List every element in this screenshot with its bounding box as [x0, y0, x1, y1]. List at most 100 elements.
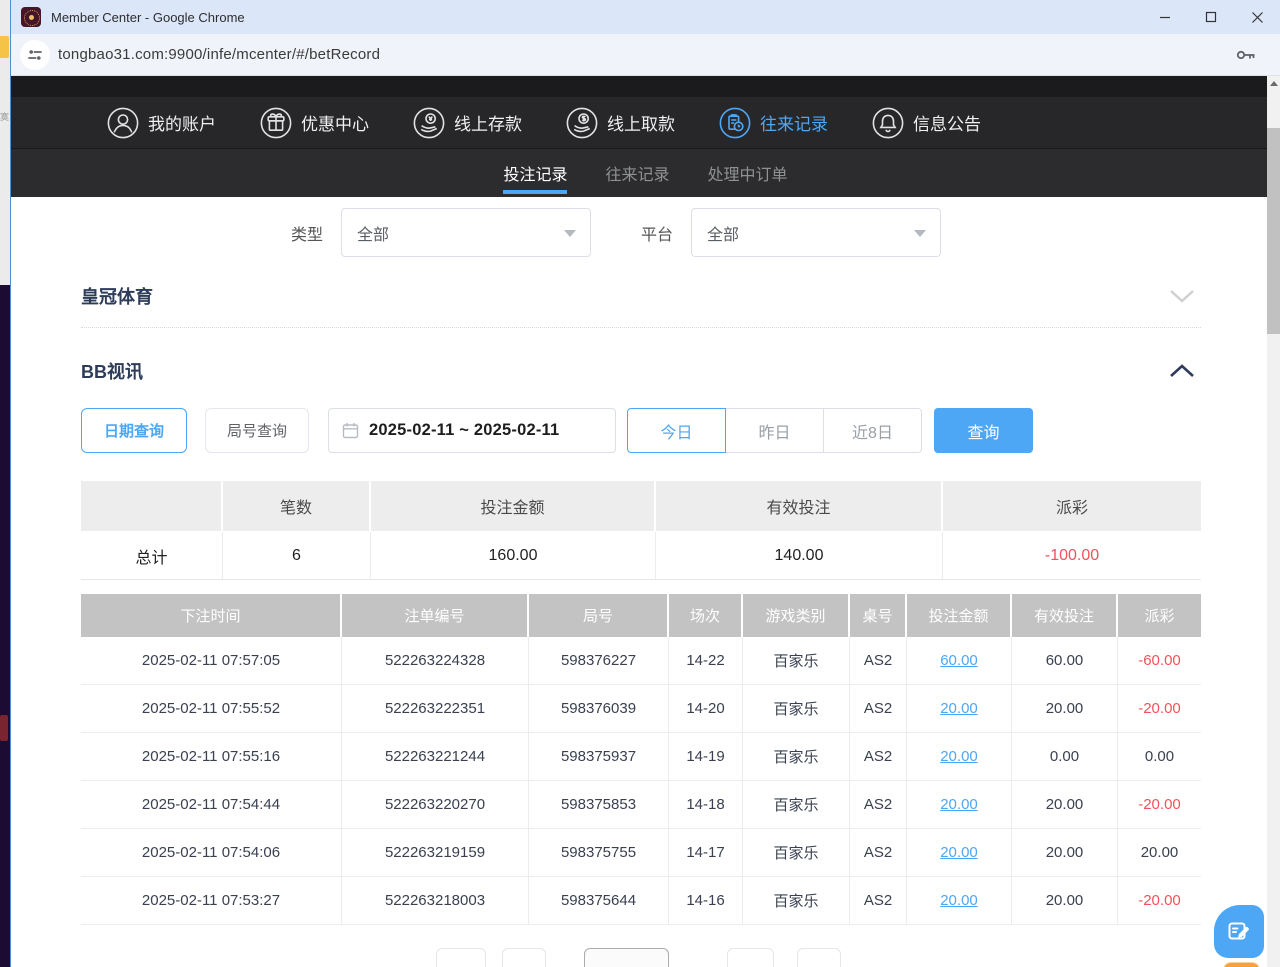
summary-payout: -100.00	[943, 532, 1201, 580]
note-edit-icon	[1226, 918, 1253, 945]
cell-payout: -60.00	[1118, 637, 1201, 685]
nav-item-announcements[interactable]: 信息公告	[872, 107, 981, 139]
bet-record-content: 类型 全部 平台 全部 皇冠体育	[81, 197, 1201, 967]
bet-amount-link[interactable]: 20.00	[940, 892, 978, 909]
tab-processing-orders[interactable]: 处理中订单	[708, 149, 788, 197]
chevron-down-icon	[564, 230, 576, 237]
nav-item-online-withdraw[interactable]: 线上取款	[566, 107, 675, 139]
cell-valid: 20.00	[1012, 685, 1118, 733]
scroll-up-arrow[interactable]	[1267, 76, 1280, 90]
section-bb-video[interactable]: BB视讯	[81, 358, 1201, 384]
deposit-icon	[413, 107, 445, 139]
pagination-button[interactable]	[797, 948, 841, 967]
cell-bet: 20.00	[907, 877, 1012, 925]
tab-bet-records[interactable]: 投注记录	[503, 149, 567, 197]
gift-icon	[260, 107, 292, 139]
secondary-float-button[interactable]	[1223, 962, 1260, 967]
platform-filter-label: 平台	[641, 221, 673, 245]
cell-game: 百家乐	[743, 877, 850, 925]
site-info-button[interactable]	[20, 40, 50, 70]
platform-select[interactable]: 全部	[691, 208, 941, 257]
search-button[interactable]: 查询	[934, 408, 1033, 453]
minimize-button[interactable]	[1142, 0, 1188, 34]
summary-header-payout: 派彩	[943, 481, 1201, 532]
nav-label: 我的账户	[148, 110, 216, 135]
yesterday-button[interactable]: 昨日	[725, 408, 824, 453]
pagination-button[interactable]	[436, 948, 486, 967]
cell-time: 2025-02-11 07:54:44	[81, 781, 342, 829]
background-window-strip: 寞	[0, 0, 10, 967]
cell-game: 百家乐	[743, 637, 850, 685]
cell-round: 598376227	[529, 637, 669, 685]
cell-round: 598375755	[529, 829, 669, 877]
cell-table_no: AS2	[850, 829, 907, 877]
bet-table-body: 2025-02-11 07:57:05522263224328598376227…	[81, 637, 1201, 925]
cell-table_no: AS2	[850, 781, 907, 829]
type-filter-label: 类型	[291, 221, 323, 245]
summary-bet-amount: 160.00	[371, 532, 656, 580]
cell-session: 14-22	[669, 637, 743, 685]
chevron-down-icon[interactable]	[1169, 288, 1201, 304]
url-text[interactable]: tongbao31.com:9900/infe/mcenter/#/betRec…	[58, 46, 380, 63]
nav-item-promotions[interactable]: 优惠中心	[260, 107, 369, 139]
summary-header-row: 笔数 投注金额 有效投注 派彩	[81, 481, 1201, 532]
bet-amount-link[interactable]: 60.00	[940, 652, 978, 669]
cell-order: 522263220270	[342, 781, 529, 829]
section-title: 皇冠体育	[81, 283, 153, 309]
bet-amount-link[interactable]: 20.00	[940, 796, 978, 813]
bet-amount-link[interactable]: 20.00	[940, 700, 978, 717]
date-query-button[interactable]: 日期查询	[81, 408, 187, 453]
date-range-input[interactable]: 2025-02-11 ~ 2025-02-11	[328, 408, 616, 453]
close-button[interactable]	[1234, 0, 1280, 34]
maximize-button[interactable]	[1188, 0, 1234, 34]
cell-payout: 0.00	[1118, 733, 1201, 781]
summary-total-row: 总计 6 160.00 140.00 -100.00	[81, 532, 1201, 580]
cell-time: 2025-02-11 07:57:05	[81, 637, 342, 685]
summary-valid-bet: 140.00	[656, 532, 943, 580]
password-manager-button[interactable]	[1234, 43, 1258, 67]
cell-order: 522263221244	[342, 733, 529, 781]
cell-order: 522263218003	[342, 877, 529, 925]
feedback-float-button[interactable]	[1214, 905, 1264, 958]
nav-item-online-deposit[interactable]: 线上存款	[413, 107, 522, 139]
table-row: 2025-02-11 07:53:27522263218003598375644…	[81, 877, 1201, 925]
nav-label: 线上取款	[607, 110, 675, 135]
round-query-button[interactable]: 局号查询	[205, 408, 309, 453]
bet-table-header-row: 下注时间 注单编号 局号 场次 游戏类别 桌号 投注金额 有效投注 派彩	[81, 594, 1201, 637]
summary-header-valid-bet: 有效投注	[656, 481, 943, 532]
cell-game: 百家乐	[743, 733, 850, 781]
scrollbar-thumb[interactable]	[1267, 128, 1280, 334]
bell-icon	[872, 107, 904, 139]
cell-table_no: AS2	[850, 877, 907, 925]
withdraw-icon	[566, 107, 598, 139]
pagination-button[interactable]	[502, 948, 546, 967]
cell-round: 598375853	[529, 781, 669, 829]
last-8-days-button[interactable]: 近8日	[823, 408, 922, 453]
cell-valid: 20.00	[1012, 781, 1118, 829]
nav-item-transaction-records[interactable]: 往来记录	[719, 107, 828, 139]
key-icon	[1234, 43, 1258, 67]
type-select[interactable]: 全部	[341, 208, 591, 257]
cell-payout: -20.00	[1118, 877, 1201, 925]
titlebar: Member Center - Google Chrome	[11, 0, 1280, 34]
tab-transaction-records[interactable]: 往来记录	[605, 149, 669, 197]
scrollbar[interactable]	[1267, 76, 1280, 967]
cell-valid: 20.00	[1012, 877, 1118, 925]
date-range-value: 2025-02-11 ~ 2025-02-11	[369, 421, 559, 440]
cell-session: 14-18	[669, 781, 743, 829]
cell-order: 522263219159	[342, 829, 529, 877]
background-text-fragment: 寞	[0, 110, 9, 123]
bet-amount-link[interactable]: 20.00	[940, 844, 978, 861]
nav-item-my-account[interactable]: 我的账户	[107, 107, 216, 139]
bet-amount-link[interactable]: 20.00	[940, 748, 978, 765]
section-crown-sports[interactable]: 皇冠体育	[81, 283, 1201, 309]
nav-label: 线上存款	[454, 110, 522, 135]
background-decor	[0, 715, 8, 741]
chevron-up-icon[interactable]	[1169, 363, 1201, 379]
pagination-button[interactable]	[727, 948, 774, 967]
site-favicon	[21, 7, 41, 27]
cell-bet: 60.00	[907, 637, 1012, 685]
nav-label: 信息公告	[913, 110, 981, 135]
pagination-button-current[interactable]	[584, 948, 669, 967]
today-button[interactable]: 今日	[627, 408, 726, 453]
